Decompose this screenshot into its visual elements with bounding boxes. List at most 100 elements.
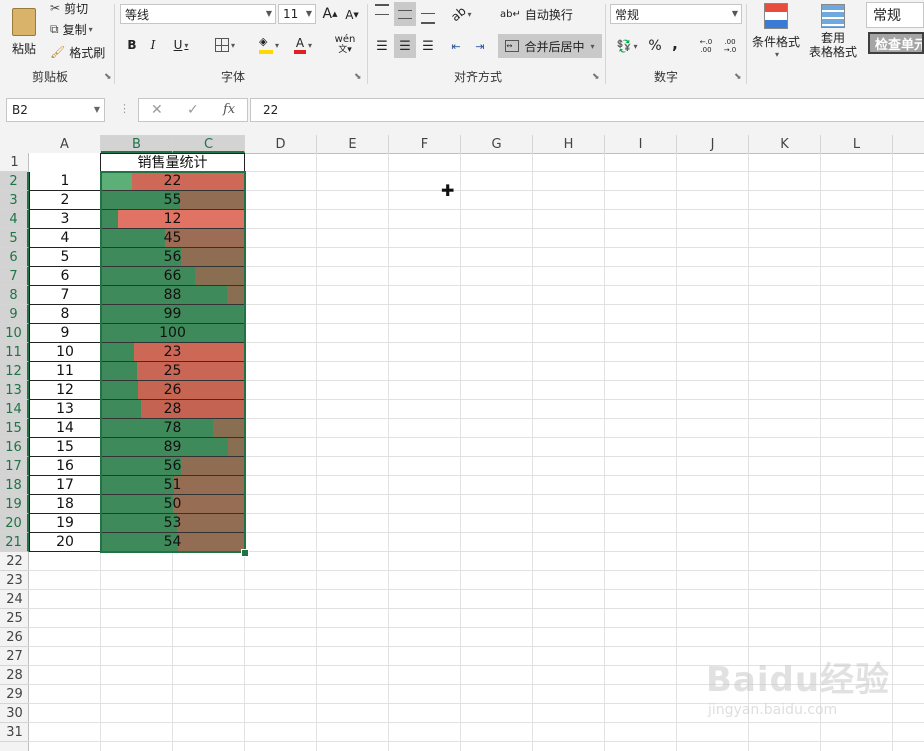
index-cell[interactable]: 13: [29, 400, 101, 419]
index-cell[interactable]: 2: [29, 191, 101, 210]
wrap-text-button[interactable]: ab↵ 自动换行: [500, 4, 573, 24]
align-center-button[interactable]: ☰: [394, 34, 416, 58]
italic-button[interactable]: I: [146, 36, 160, 54]
index-cell[interactable]: 5: [29, 248, 101, 267]
row-header-21[interactable]: 21: [0, 533, 29, 552]
sales-data-bar-cell[interactable]: 88: [101, 286, 244, 305]
row-header-6[interactable]: 6: [0, 248, 29, 267]
row-header-30[interactable]: 30: [0, 704, 29, 723]
row-header-25[interactable]: 25: [0, 609, 29, 628]
column-header-a[interactable]: A: [29, 135, 101, 153]
index-cell[interactable]: 15: [29, 438, 101, 457]
sales-data-bar-cell[interactable]: 22: [101, 172, 244, 191]
sales-data-bar-cell[interactable]: 56: [101, 457, 244, 476]
sheet-title-cell[interactable]: 销售量统计: [100, 153, 245, 173]
row-header-1[interactable]: 1: [0, 153, 29, 172]
column-header-e[interactable]: E: [317, 135, 389, 153]
sales-data-bar-cell[interactable]: 51: [101, 476, 244, 495]
increase-decimal-button[interactable]: ←.0 .00: [696, 36, 716, 56]
cut-button[interactable]: ✂ 剪切: [50, 0, 88, 16]
launcher-icon[interactable]: ⬊: [592, 72, 600, 82]
launcher-icon[interactable]: ⬊: [734, 72, 742, 82]
font-size-select[interactable]: 11 ▼: [278, 4, 316, 24]
percent-button[interactable]: %: [646, 36, 664, 56]
conditional-format-button[interactable]: 条件格式 ▾: [750, 0, 802, 62]
fill-color-button[interactable]: ◈ ▾: [252, 34, 286, 56]
index-cell[interactable]: 17: [29, 476, 101, 495]
sales-data-bar-cell[interactable]: 23: [101, 343, 244, 362]
index-cell[interactable]: 4: [29, 229, 101, 248]
row-header-8[interactable]: 8: [0, 286, 29, 305]
row-header-7[interactable]: 7: [0, 267, 29, 286]
index-cell[interactable]: 19: [29, 514, 101, 533]
align-left-button[interactable]: ☰: [372, 36, 392, 56]
row-header-27[interactable]: 27: [0, 647, 29, 666]
row-header-28[interactable]: 28: [0, 666, 29, 685]
shrink-font-button[interactable]: A ▼: [344, 7, 360, 23]
row-header-18[interactable]: 18: [0, 476, 29, 495]
name-box[interactable]: B2 ▼: [6, 98, 105, 122]
row-header-20[interactable]: 20: [0, 514, 29, 533]
enter-icon[interactable]: ✓: [187, 102, 199, 118]
row-header-29[interactable]: 29: [0, 685, 29, 704]
column-header-g[interactable]: G: [461, 135, 533, 153]
row-header-17[interactable]: 17: [0, 457, 29, 476]
column-header-k[interactable]: K: [749, 135, 821, 153]
align-middle-button[interactable]: [394, 2, 416, 26]
sales-data-bar-cell[interactable]: 89: [101, 438, 244, 457]
cancel-icon[interactable]: ✕: [151, 102, 163, 118]
increase-indent-button[interactable]: ⇥: [470, 36, 490, 56]
column-header-c[interactable]: C: [173, 135, 245, 153]
style-normal-cell[interactable]: 常规: [866, 2, 924, 28]
row-header-19[interactable]: 19: [0, 495, 29, 514]
launcher-icon[interactable]: ⬊: [104, 72, 112, 82]
column-header-d[interactable]: D: [245, 135, 317, 153]
index-cell[interactable]: 18: [29, 495, 101, 514]
index-cell[interactable]: 3: [29, 210, 101, 229]
sales-data-bar-cell[interactable]: 25: [101, 362, 244, 381]
sales-data-bar-cell[interactable]: 54: [101, 533, 244, 552]
merge-center-button[interactable]: ↔ 合并后居中 ▾: [498, 34, 602, 58]
phonetic-button[interactable]: wén 文▾: [330, 34, 360, 56]
column-header-i[interactable]: I: [605, 135, 677, 153]
row-header-3[interactable]: 3: [0, 191, 29, 210]
column-header-l[interactable]: L: [821, 135, 893, 153]
index-cell[interactable]: 7: [29, 286, 101, 305]
index-cell[interactable]: 20: [29, 533, 101, 552]
sales-data-bar-cell[interactable]: 66: [101, 267, 244, 286]
row-header-26[interactable]: 26: [0, 628, 29, 647]
sales-data-bar-cell[interactable]: 100: [101, 324, 244, 343]
index-cell[interactable]: 16: [29, 457, 101, 476]
fill-handle[interactable]: [241, 549, 249, 557]
row-header-14[interactable]: 14: [0, 400, 29, 419]
formula-input[interactable]: 22: [250, 98, 924, 122]
launcher-icon[interactable]: ⬊: [354, 72, 362, 82]
row-header-5[interactable]: 5: [0, 229, 29, 248]
format-painter-button[interactable]: 🖌 格式刷: [50, 44, 105, 60]
sales-data-bar-cell[interactable]: 26: [101, 381, 244, 400]
column-header-j[interactable]: J: [677, 135, 749, 153]
index-cell[interactable]: 8: [29, 305, 101, 324]
format-as-table-button[interactable]: 套用 表格格式: [804, 0, 862, 62]
column-header-h[interactable]: H: [533, 135, 605, 153]
sales-data-bar-cell[interactable]: 50: [101, 495, 244, 514]
index-cell[interactable]: 10: [29, 343, 101, 362]
row-header-22[interactable]: 22: [0, 552, 29, 571]
font-name-select[interactable]: 等线 ▼: [120, 4, 276, 24]
index-cell[interactable]: 14: [29, 419, 101, 438]
borders-button[interactable]: ▾: [208, 36, 242, 54]
column-header-m[interactable]: [893, 135, 924, 153]
column-header-b[interactable]: B: [101, 135, 173, 153]
bold-button[interactable]: B: [124, 36, 140, 54]
row-header-2[interactable]: 2: [0, 172, 29, 191]
index-cell[interactable]: 11: [29, 362, 101, 381]
font-color-button[interactable]: A ▾: [288, 34, 318, 56]
row-header-15[interactable]: 15: [0, 419, 29, 438]
row-header-10[interactable]: 10: [0, 324, 29, 343]
style-check-cell[interactable]: 检查单元: [868, 32, 924, 54]
sales-data-bar-cell[interactable]: 53: [101, 514, 244, 533]
sales-data-bar-cell[interactable]: 78: [101, 419, 244, 438]
row-header-9[interactable]: 9: [0, 305, 29, 324]
align-top-button[interactable]: [372, 2, 392, 24]
orientation-button[interactable]: ab ▾: [446, 4, 476, 24]
